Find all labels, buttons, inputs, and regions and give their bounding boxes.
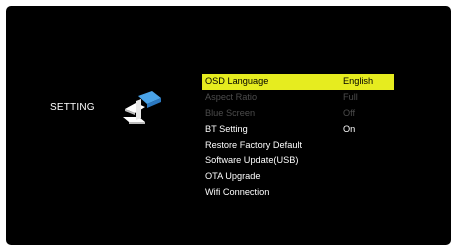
menu-item-label: BT Setting bbox=[205, 123, 248, 134]
menu-item-label: OTA Upgrade bbox=[205, 171, 261, 182]
menu-item-aspect-ratio[interactable]: Aspect Ratio Full bbox=[202, 90, 394, 106]
menu-item-label: Aspect Ratio bbox=[205, 91, 258, 102]
menu-item-label: Wifi Connection bbox=[205, 187, 270, 198]
menu-item-value: Full bbox=[343, 91, 358, 102]
menu-item-osd-language[interactable]: OSD Language English bbox=[202, 74, 394, 90]
menu-item-value: Off bbox=[343, 107, 356, 118]
settings-tiles-icon bbox=[123, 91, 161, 124]
menu-item-wifi-connection[interactable]: Wifi Connection bbox=[202, 185, 394, 201]
tv-screen: SETTING OSD Language English Aspect Rati… bbox=[6, 6, 451, 245]
menu-item-label: OSD Language bbox=[205, 76, 269, 86]
menu-item-value: On bbox=[343, 123, 356, 134]
menu-item-label: Restore Factory Default bbox=[205, 139, 303, 150]
menu-item-label: Software Update(USB) bbox=[205, 155, 299, 166]
menu-item-label: Blue Screen bbox=[205, 107, 256, 118]
menu-item-restore-factory-default[interactable]: Restore Factory Default bbox=[202, 138, 394, 154]
menu-item-bt-setting[interactable]: BT Setting On bbox=[202, 122, 394, 138]
settings-menu: OSD Language English Aspect Ratio Full B… bbox=[202, 74, 394, 201]
page-title: SETTING bbox=[50, 102, 95, 113]
menu-item-software-update-usb[interactable]: Software Update(USB) bbox=[202, 153, 394, 169]
menu-item-blue-screen[interactable]: Blue Screen Off bbox=[202, 106, 394, 122]
menu-item-value: English bbox=[343, 76, 374, 86]
menu-item-ota-upgrade[interactable]: OTA Upgrade bbox=[202, 169, 394, 185]
